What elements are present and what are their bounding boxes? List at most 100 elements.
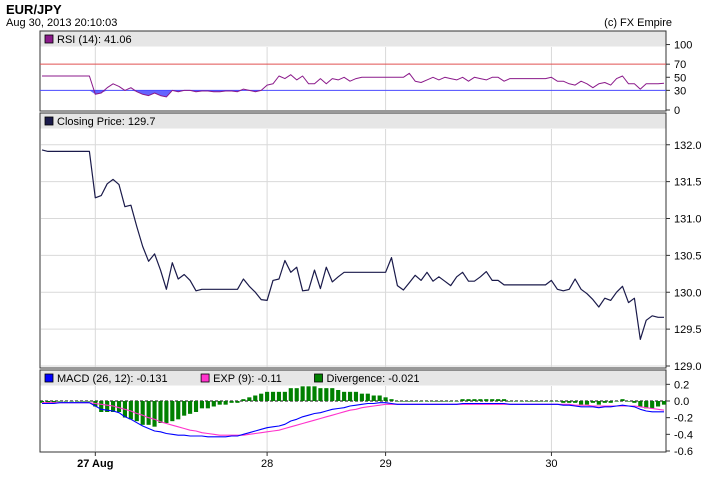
price-tick-label: 132.0 bbox=[674, 140, 702, 152]
divergence-bar bbox=[188, 401, 193, 414]
divergence-bar bbox=[365, 393, 370, 401]
divergence-bar bbox=[531, 401, 536, 402]
divergence-bar bbox=[525, 401, 530, 402]
divergence-bar bbox=[265, 391, 270, 401]
price-panel: Closing Price: 129.7 132.0 131.5 131.0 130.5… bbox=[39, 112, 702, 373]
macd-tick-label: -0.2 bbox=[674, 413, 693, 425]
divergence-bar bbox=[448, 401, 453, 402]
divergence-bar bbox=[478, 399, 483, 401]
macd-legend-label: Divergence: -0.021 bbox=[327, 373, 420, 385]
rsi-tick-label: 30 bbox=[674, 85, 686, 97]
price-tick-label: 130.0 bbox=[674, 287, 702, 299]
divergence-bar bbox=[620, 399, 625, 401]
divergence-bar bbox=[460, 399, 465, 401]
price-frame bbox=[39, 112, 667, 369]
divergence-bar bbox=[193, 401, 199, 412]
macd-panel: MACD (26, 12): -0.131 EXP (9): -0.11 Diver… bbox=[39, 369, 693, 458]
divergence-bar bbox=[578, 401, 584, 405]
divergence-bar bbox=[596, 401, 601, 405]
divergence-bar bbox=[608, 401, 613, 403]
divergence-bar bbox=[217, 401, 222, 405]
divergence-bar bbox=[247, 397, 252, 401]
macd-tick-label: -0.4 bbox=[674, 429, 693, 441]
divergence-bar bbox=[282, 391, 287, 401]
divergence-bar bbox=[466, 399, 471, 401]
divergence-bar bbox=[152, 401, 157, 427]
rsi-legend-label: RSI (14): 41.06 bbox=[57, 34, 132, 46]
divergence-bar bbox=[164, 401, 169, 423]
divergence-bar bbox=[561, 401, 566, 403]
price-tick-label: 129.0 bbox=[674, 361, 702, 373]
x-tick-label: 30 bbox=[545, 458, 557, 470]
divergence-bar bbox=[573, 401, 578, 403]
divergence-bar bbox=[342, 391, 347, 401]
divergence-bar bbox=[567, 401, 572, 403]
divergence-bar bbox=[490, 399, 495, 401]
divergence-bar bbox=[318, 388, 323, 401]
rsi-tick-label: 50 bbox=[674, 72, 686, 84]
divergence-bar bbox=[424, 401, 430, 402]
divergence-bar bbox=[63, 401, 68, 402]
divergence-bar bbox=[537, 401, 542, 402]
divergence-bar bbox=[401, 401, 406, 402]
divergence-bar bbox=[555, 401, 560, 402]
divergence-bar bbox=[436, 401, 441, 402]
divergence-bar bbox=[253, 395, 258, 401]
divergence-bar bbox=[241, 399, 246, 401]
divergence-bar bbox=[134, 401, 139, 422]
divergence-bar bbox=[199, 401, 205, 409]
divergence-bar bbox=[347, 391, 353, 401]
divergence-bar bbox=[306, 386, 311, 401]
price-legend-label: Closing Price: 129.7 bbox=[57, 116, 155, 128]
divergence-bar bbox=[330, 388, 335, 401]
rsi-legend-swatch bbox=[44, 34, 54, 44]
divergence-bar bbox=[507, 401, 513, 402]
price-tick-label: 131.5 bbox=[674, 177, 702, 189]
divergence-bar bbox=[57, 401, 62, 402]
divergence-bar bbox=[146, 401, 151, 425]
divergence-bar bbox=[324, 388, 329, 401]
price-legend-swatch bbox=[44, 116, 54, 126]
x-tick-label: 29 bbox=[379, 458, 391, 470]
divergence-bar bbox=[632, 401, 637, 403]
divergence-bar bbox=[389, 399, 394, 401]
divergence-bar bbox=[395, 401, 400, 402]
divergence-bar bbox=[430, 401, 436, 402]
divergence-bar bbox=[454, 401, 459, 402]
divergence-bar bbox=[75, 401, 80, 402]
rsi-tick-label: 70 bbox=[674, 59, 686, 71]
divergence-bar bbox=[638, 401, 643, 407]
price-tick-label: 129.5 bbox=[674, 324, 702, 336]
divergence-bar bbox=[276, 391, 282, 401]
rsi-panel: RSI (14): 41.06 100 705030 0 bbox=[39, 30, 692, 117]
macd-legend-swatch bbox=[200, 373, 210, 383]
divergence-bar bbox=[140, 401, 145, 425]
divergence-bar bbox=[182, 401, 187, 416]
divergence-bar bbox=[288, 388, 293, 401]
divergence-bar bbox=[353, 391, 359, 401]
divergence-bar bbox=[413, 401, 418, 402]
divergence-bar bbox=[69, 401, 74, 402]
x-axis: 27 Aug 28 29 30 bbox=[77, 452, 558, 470]
divergence-bar bbox=[543, 401, 548, 402]
divergence-bar bbox=[614, 401, 619, 402]
divergence-bar bbox=[602, 401, 607, 403]
divergence-bar bbox=[584, 401, 590, 405]
divergence-bar bbox=[549, 401, 554, 402]
divergence-bar bbox=[336, 390, 341, 401]
x-tick-label: 28 bbox=[261, 458, 273, 470]
divergence-bar bbox=[496, 399, 501, 401]
divergence-bar bbox=[513, 401, 518, 402]
divergence-bar bbox=[300, 386, 305, 401]
divergence-bar bbox=[229, 401, 234, 403]
divergence-bar bbox=[472, 399, 477, 401]
divergence-bar bbox=[383, 397, 388, 401]
divergence-bar bbox=[371, 395, 376, 401]
divergence-bar bbox=[205, 401, 210, 409]
macd-tick-label: -0.6 bbox=[674, 446, 693, 458]
divergence-bar bbox=[419, 401, 424, 402]
x-tick-label: 27 Aug bbox=[77, 458, 113, 470]
rsi-legend-bar bbox=[40, 31, 666, 47]
macd-tick-label: 0.2 bbox=[674, 379, 689, 391]
macd-legend-label: EXP (9): -0.11 bbox=[213, 373, 282, 385]
